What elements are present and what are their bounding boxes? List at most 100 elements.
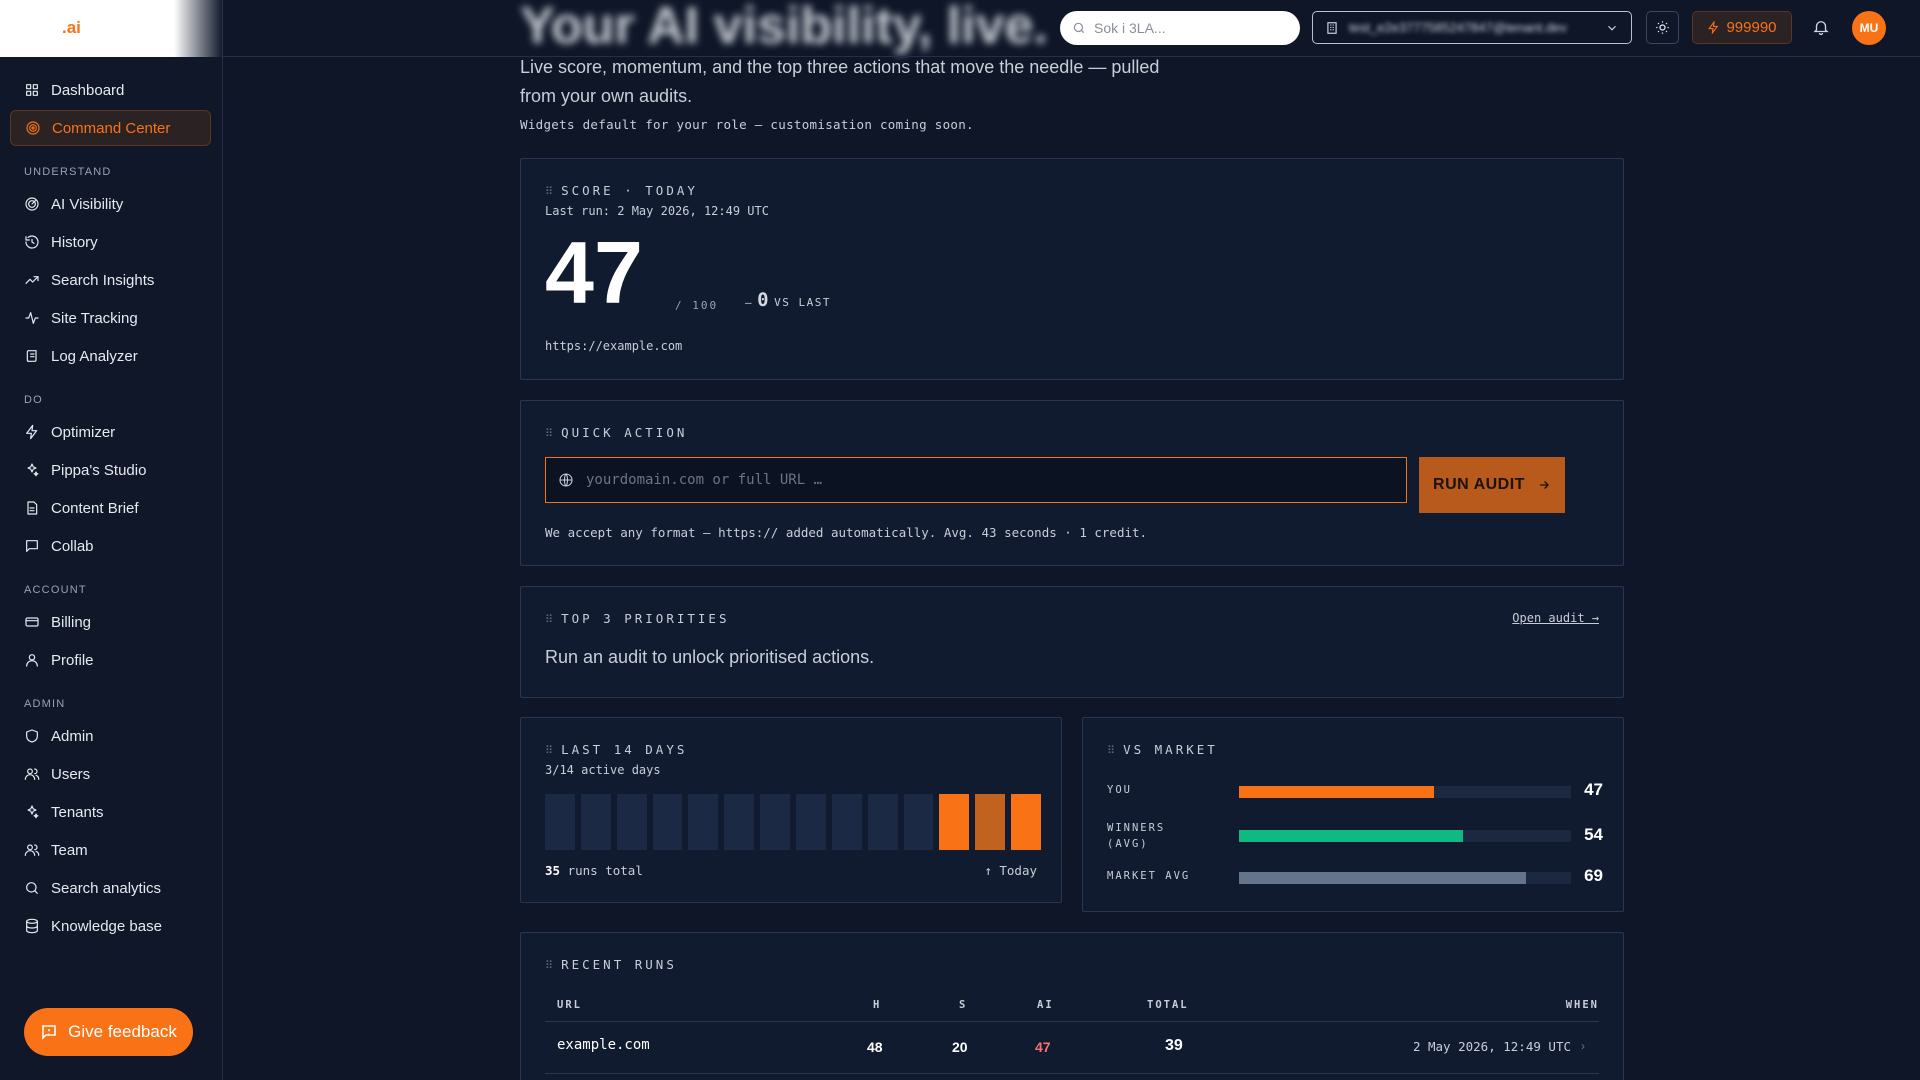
sidebar-item-dashboard[interactable]: Dashboard (10, 72, 211, 108)
score-card: ⠿ SCORE · TODAY Last run: 2 May 2026, 12:… (520, 158, 1624, 380)
col-header-s: S (959, 999, 968, 1011)
market-row: MARKET AVG 69 (1107, 866, 1603, 894)
sidebar-item-label: Site Tracking (51, 309, 138, 327)
credits-button[interactable]: 999990 (1692, 11, 1792, 44)
col-header-ai: AI (1037, 999, 1054, 1011)
give-feedback-button[interactable]: Give feedback (24, 1008, 193, 1056)
sidebar-item-tenants[interactable]: Tenants (10, 794, 211, 830)
sparkles-icon (24, 804, 40, 820)
grid-icon (24, 82, 40, 98)
sidebar-item-collab[interactable]: Collab (10, 528, 211, 564)
sidebar-item-admin[interactable]: Admin (10, 718, 211, 754)
sidebar-item-label: AI Visibility (51, 195, 124, 213)
sidebar-item-users[interactable]: Users (10, 756, 211, 792)
sidebar-item-search-analytics[interactable]: Search analytics (10, 870, 211, 906)
score-value: 47 (545, 223, 643, 322)
bolt-icon (24, 424, 40, 440)
sidebar-item-label: Log Analyzer (51, 347, 138, 365)
row-h: 48 (867, 1039, 883, 1055)
arrow-right-icon (1539, 481, 1549, 489)
drag-handle-icon[interactable]: ⠿ (545, 427, 553, 440)
sidebar-item-log-analyzer[interactable]: Log Analyzer (10, 338, 211, 374)
market-bar-track (1239, 830, 1571, 842)
open-audit-link[interactable]: Open audit → (1512, 611, 1599, 625)
runs-total: 35 runs total (545, 863, 643, 878)
user-icon (24, 652, 40, 668)
day-bar (831, 794, 862, 850)
score-delta: — 0 VS LAST (745, 289, 831, 311)
market-row-value: 69 (1584, 866, 1603, 885)
drag-handle-icon[interactable]: ⠿ (545, 744, 553, 757)
audit-url-input[interactable]: yourdomain.com or full URL … (545, 457, 1407, 503)
shield-icon (24, 728, 40, 744)
sidebar-item-label: Knowledge base (51, 917, 162, 935)
page-note: Widgets default for your role — customis… (520, 117, 974, 132)
sidebar-item-search-insights[interactable]: Search Insights (10, 262, 211, 298)
run-audit-button[interactable]: RUN AUDIT (1419, 457, 1565, 513)
vs-market-card: ⠿ VS MARKET YOU 47 WINNERS (AVG) 54 MARKET AV… (1082, 717, 1624, 912)
drag-handle-icon[interactable]: ⠿ (545, 613, 553, 626)
sidebar-item-label: Users (51, 765, 91, 783)
day-bar (616, 794, 647, 850)
market-row-value: 47 (1584, 780, 1603, 799)
col-header-when: WHEN (1565, 999, 1599, 1011)
avatar[interactable]: MU (1852, 11, 1886, 45)
day-bar (760, 794, 790, 850)
sidebar-item-profile[interactable]: Profile (10, 642, 211, 678)
sidebar-item-label: Dashboard (51, 81, 125, 99)
tenant-value: test_e2e3777585247847@tenant.dev (1349, 20, 1567, 35)
notifications-button[interactable] (1812, 18, 1830, 36)
sidebar-item-pippa-s-studio[interactable]: Pippa's Studio (10, 452, 211, 488)
scroll-icon (24, 348, 40, 364)
sidebar-item-history[interactable]: History (10, 224, 211, 260)
chevron-down-icon (1608, 25, 1616, 31)
market-bar-track (1239, 872, 1571, 884)
drag-handle-icon[interactable]: ⠿ (545, 959, 553, 972)
sidebar-item-label: Search Insights (51, 271, 155, 289)
users-icon (24, 842, 40, 858)
users-icon (24, 766, 40, 782)
row-when: 2 May 2026, 12:49 UTC (1412, 1039, 1571, 1054)
sidebar-item-ai-visibility[interactable]: AI Visibility (10, 186, 211, 222)
tenant-select[interactable]: test_e2e3777585247847@tenant.dev (1312, 11, 1632, 44)
market-bar-fill (1239, 830, 1464, 842)
sidebar-item-team[interactable]: Team (10, 832, 211, 868)
sidebar-item-billing[interactable]: Billing (10, 604, 211, 640)
logo[interactable]: .ai (0, 0, 223, 57)
score-card-label: ⠿ SCORE · TODAY (545, 183, 698, 198)
row-total: 39 (1165, 1037, 1183, 1054)
globe-icon (559, 473, 573, 487)
sidebar-item-knowledge-base[interactable]: Knowledge base (10, 908, 211, 944)
search-input[interactable]: Sok i 3LA... (1060, 11, 1300, 45)
activity-bars (545, 794, 1041, 850)
sidebar-item-site-tracking[interactable]: Site Tracking (10, 300, 211, 336)
delta-value: 0 (757, 289, 771, 311)
audit-url-placeholder: yourdomain.com or full URL … (586, 472, 823, 488)
page-subtitle: Live score, momentum, and the top three … (520, 57, 1160, 106)
run-audit-label: RUN AUDIT (1433, 476, 1525, 493)
delta-suffix: VS LAST (774, 296, 831, 309)
sidebar-item-command-center[interactable]: Command Center (10, 110, 211, 146)
target-icon (25, 120, 41, 136)
radar-icon (24, 196, 40, 212)
drag-handle-icon[interactable]: ⠿ (545, 185, 553, 198)
search-icon (24, 880, 40, 896)
market-bar-fill (1239, 872, 1526, 884)
theme-toggle-button[interactable] (1646, 11, 1679, 44)
sidebar-item-optimizer[interactable]: Optimizer (10, 414, 211, 450)
market-row-label: YOU (1107, 784, 1132, 796)
drag-handle-icon[interactable]: ⠿ (1107, 744, 1115, 757)
today-marker: ↑ Today (984, 863, 1037, 878)
day-bar (545, 794, 575, 850)
active-days: 3/14 active days (545, 763, 661, 777)
priorities-message: Run an audit to unlock prioritised actio… (545, 647, 875, 667)
day-bar (688, 794, 719, 850)
day-bar (1011, 794, 1041, 850)
day-bar (975, 794, 1006, 850)
sidebar-item-label: Search analytics (51, 879, 162, 897)
sidebar-item-content-brief[interactable]: Content Brief (10, 490, 211, 526)
runs-suffix: runs total (567, 863, 643, 878)
market-bar-track (1239, 786, 1571, 798)
sidebar-item-label: Pippa's Studio (51, 461, 147, 479)
quick-action-card: ⠿ QUICK ACTION yourdomain.com or full URL… (520, 400, 1624, 566)
